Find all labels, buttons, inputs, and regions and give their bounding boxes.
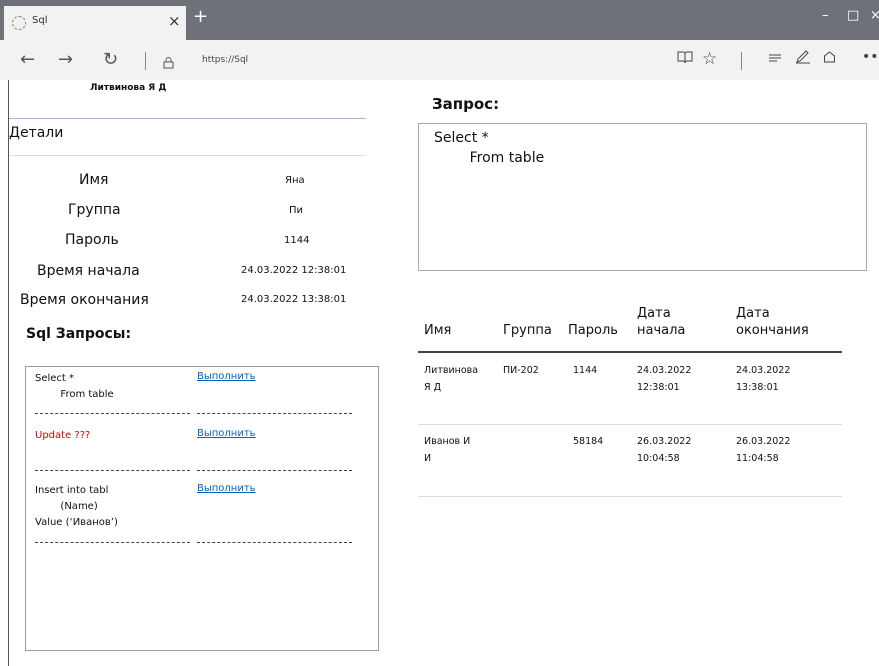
request-line: From table <box>434 150 545 166</box>
share-icon[interactable] <box>822 49 837 68</box>
detail-label-group: Группа <box>68 202 121 218</box>
table-cell: Иванов И И <box>424 436 471 464</box>
divider <box>9 118 366 119</box>
detail-value-group: Пи <box>289 205 304 216</box>
divider <box>35 542 190 543</box>
divider <box>35 470 190 471</box>
request-textarea[interactable]: Select * From table <box>418 123 867 271</box>
detail-value-password: 1144 <box>284 235 310 246</box>
table-cell: 26.03.2022 10:04:58 <box>637 436 692 464</box>
reading-view-icon[interactable] <box>677 49 693 68</box>
sql-queries-heading: Sql Запросы: <box>26 326 132 342</box>
run-query-button[interactable]: Выполнить <box>197 371 256 382</box>
browser-tab[interactable]: Sql × <box>4 6 186 40</box>
row-divider <box>418 496 842 497</box>
tab-title: Sql <box>32 15 48 26</box>
back-icon[interactable]: ← <box>20 49 35 70</box>
page-favicon-icon <box>12 16 26 30</box>
query-text: Insert into tabl (Name) Value (‘Иванов’) <box>35 485 118 528</box>
toolbar-divider <box>741 52 742 70</box>
toolbar-divider <box>145 52 146 70</box>
divider <box>197 470 352 471</box>
details-heading: Детали <box>9 125 64 141</box>
detail-label-password: Пароль <box>65 232 119 248</box>
table-cell: 24.03.2022 12:38:01 <box>637 365 692 393</box>
favorite-star-icon[interactable]: ☆ <box>702 49 717 69</box>
sql-queries-box: Select * From table Выполнить Update ???… <box>25 366 379 651</box>
tab-bar: Sql × + – □ × <box>0 0 879 40</box>
header-divider <box>418 351 842 353</box>
run-query-button[interactable]: Выполнить <box>197 428 256 439</box>
table-cell: ПИ-202 <box>503 365 539 376</box>
refresh-icon[interactable]: ↻ <box>103 49 118 70</box>
table-header: Группа <box>503 323 552 338</box>
table-cell: 24.03.2022 13:38:01 <box>736 365 791 393</box>
divider <box>197 413 352 414</box>
table-cell: 58184 <box>573 436 604 447</box>
divider <box>197 542 352 543</box>
forward-icon[interactable]: → <box>58 49 73 70</box>
row-divider <box>418 424 842 425</box>
divider <box>9 155 366 156</box>
new-tab-button[interactable]: + <box>193 6 208 27</box>
table-cell: 26.03.2022 11:04:58 <box>736 436 791 464</box>
tab-close-icon[interactable]: × <box>168 12 181 30</box>
user-name: Литвинова Я Д <box>90 83 167 93</box>
detail-label-start: Время начала <box>37 263 140 279</box>
hub-icon[interactable] <box>768 49 782 68</box>
table-header: Имя <box>424 323 452 338</box>
detail-value-end: 24.03.2022 13:38:01 <box>241 294 347 305</box>
lock-icon <box>163 54 174 73</box>
address-bar-row: ← → ↻ https://Sql ☆ ••• <box>0 40 879 80</box>
detail-label-name: Имя <box>79 172 109 188</box>
detail-label-end: Время окончания <box>20 292 149 308</box>
table-cell: 1144 <box>573 365 598 376</box>
table-header: Дата окончания <box>736 306 809 338</box>
detail-value-start: 24.03.2022 12:38:01 <box>241 265 347 276</box>
run-query-button[interactable]: Выполнить <box>197 483 256 494</box>
page-left-border <box>8 80 9 666</box>
minimize-icon[interactable]: – <box>822 8 829 23</box>
divider <box>35 413 190 414</box>
table-cell: Литвинова Я Д <box>424 365 479 393</box>
maximize-icon[interactable]: □ <box>847 8 859 23</box>
table-header: Дата начала <box>637 306 686 338</box>
query-text: Update ??? <box>35 430 91 441</box>
more-icon[interactable]: ••• <box>862 49 879 65</box>
request-line: Select * <box>434 130 489 146</box>
window-close-icon[interactable]: × <box>870 8 879 23</box>
detail-value-name: Яна <box>285 175 305 186</box>
notes-icon[interactable] <box>795 49 811 68</box>
table-header: Пароль <box>568 323 618 338</box>
url-input[interactable]: https://Sql <box>202 55 248 65</box>
query-text: Select * From table <box>35 373 114 400</box>
request-heading: Запрос: <box>432 95 500 113</box>
